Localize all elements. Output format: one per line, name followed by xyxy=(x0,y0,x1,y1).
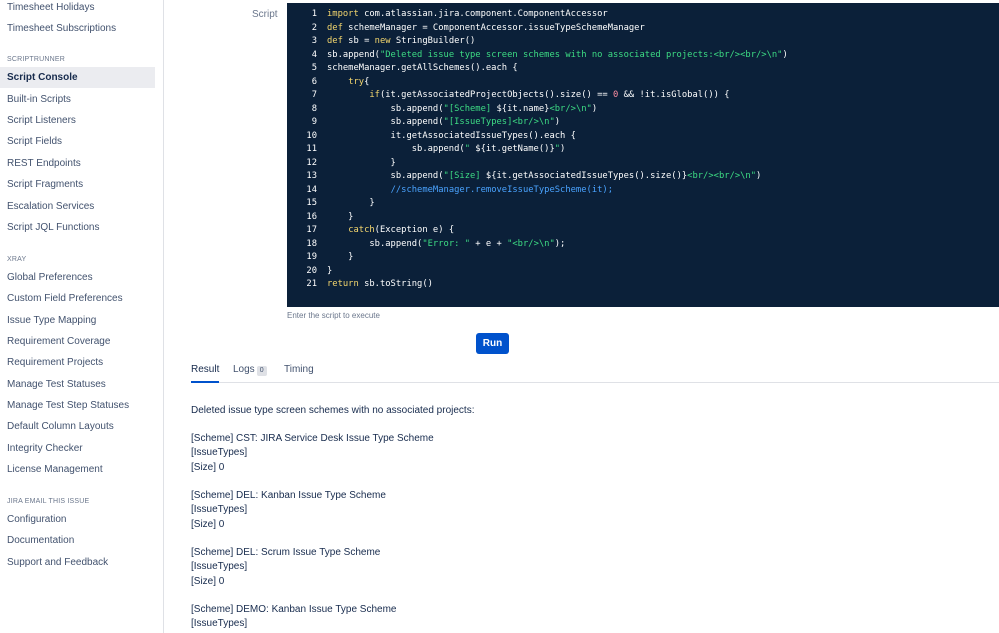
sidebar-heading-scriptrunner: SCRIPTRUNNER xyxy=(7,56,66,63)
sidebar-item-manage-test-step-statuses[interactable]: Manage Test Step Statuses xyxy=(0,395,155,416)
sidebar-item-rest-endpoints[interactable]: REST Endpoints xyxy=(0,153,155,174)
result-line: [IssueTypes] xyxy=(191,447,248,459)
code-line[interactable]: 13 sb.append("[Size] ${it.getAssociatedI… xyxy=(287,170,999,184)
code-line[interactable]: 5 schemeManager.getAllSchemes().each { xyxy=(287,62,999,76)
sidebar-item-requirement-coverage[interactable]: Requirement Coverage xyxy=(0,331,155,352)
line-number: 19 xyxy=(306,252,317,262)
line-number: 13 xyxy=(306,171,317,181)
code-line[interactable]: 7 if(it.getAssociatedProjectObjects().si… xyxy=(287,89,999,103)
logs-count-badge: 0 xyxy=(256,366,267,376)
line-number: 16 xyxy=(306,211,317,222)
sidebar-item-integrity-checker[interactable]: Integrity Checker xyxy=(0,438,155,459)
result-header: Deleted issue type screen schemes with n… xyxy=(191,405,475,416)
code-line[interactable]: 14 //schemeManager.removeIssueTypeScheme… xyxy=(287,184,999,198)
code-line[interactable]: 15 } xyxy=(287,197,999,211)
result-tabs: Result Logs 0 Timing xyxy=(191,364,999,383)
sidebar-item-timesheet-holidays[interactable]: Timesheet Holidays xyxy=(0,0,155,18)
result-line: [Scheme] CST: JIRA Service Desk Issue Ty… xyxy=(191,433,434,444)
code-line[interactable]: 3 def sb = new StringBuilder() xyxy=(287,35,999,49)
line-number: 5 xyxy=(311,63,317,73)
line-number: 20 xyxy=(306,265,317,276)
sidebar-item-global-preferences[interactable]: Global Preferences xyxy=(0,267,155,288)
sidebar-item-requirement-projects[interactable]: Requirement Projects xyxy=(0,352,155,373)
sidebar-item-default-column-layouts[interactable]: Default Column Layouts xyxy=(0,416,155,437)
sidebar-item-configuration[interactable]: Configuration xyxy=(0,509,155,530)
script-field-label: Script xyxy=(252,9,278,20)
code-line[interactable]: 16 } xyxy=(287,211,999,225)
line-number: 11 xyxy=(306,144,317,154)
sidebar-item-script-fields[interactable]: Script Fields xyxy=(0,131,155,152)
sidebar-item-custom-field-preferences[interactable]: Custom Field Preferences xyxy=(0,288,155,309)
sidebar-item-license-management[interactable]: License Management xyxy=(0,459,155,480)
result-line: [Scheme] DEL: Scrum Issue Type Scheme xyxy=(191,547,381,558)
code-line[interactable]: 8 sb.append("[Scheme] ${it.name}<br/>\n"… xyxy=(287,103,999,117)
line-number: 6 xyxy=(311,76,317,87)
result-line: [Size] 0 xyxy=(191,575,225,587)
line-number: 9 xyxy=(311,117,317,127)
result-line: [Size] 0 xyxy=(191,461,225,473)
tab-logs[interactable]: Logs 0 xyxy=(233,364,267,381)
line-number: 4 xyxy=(311,49,317,60)
line-number: 8 xyxy=(311,103,317,114)
code-line[interactable]: 10 it.getAssociatedIssueTypes().each { xyxy=(287,130,999,144)
tab-result[interactable]: Result xyxy=(191,364,220,383)
tab-logs-label: Logs xyxy=(233,364,255,375)
line-number: 21 xyxy=(306,279,317,289)
result-line: [Size] 0 xyxy=(191,518,225,530)
line-number: 12 xyxy=(306,157,317,168)
sidebar-item-manage-test-statuses[interactable]: Manage Test Statuses xyxy=(0,374,155,395)
code-line[interactable]: 20} xyxy=(287,265,999,279)
code-line[interactable]: 6 try{ xyxy=(287,76,999,90)
line-number: 1 xyxy=(311,9,317,19)
sidebar-item-support-and-feedback[interactable]: Support and Feedback xyxy=(0,552,155,573)
line-number: 18 xyxy=(306,238,317,249)
sidebar-item-script-listeners[interactable]: Script Listeners xyxy=(0,110,155,131)
script-editor[interactable]: 1 import com.atlassian.jira.component.Com… xyxy=(287,3,999,307)
code-line[interactable]: 2 def schemeManager = ComponentAccessor.i… xyxy=(287,22,999,36)
line-number: 7 xyxy=(311,90,317,100)
line-number: 14 xyxy=(306,184,317,195)
result-line: [Scheme] DEMO: Kanban Issue Type Scheme xyxy=(191,604,397,615)
sidebar-item-built-in-scripts[interactable]: Built-in Scripts xyxy=(0,89,155,110)
line-number: 3 xyxy=(311,36,317,46)
tab-timing[interactable]: Timing xyxy=(284,364,314,381)
admin-sidebar: Timesheet Holidays Timesheet Subscriptio… xyxy=(0,0,164,633)
code-line[interactable]: 18 sb.append("Error: " + e + "<br/>\n"); xyxy=(287,238,999,252)
line-number: 10 xyxy=(306,130,317,141)
code-line[interactable]: 1 import com.atlassian.jira.component.Com… xyxy=(287,8,999,22)
run-button[interactable]: Run xyxy=(476,333,509,354)
sidebar-heading-jira-email-this-issue: JIRA EMAIL THIS ISSUE xyxy=(7,498,90,505)
script-helper-text: Enter the script to execute xyxy=(287,311,380,320)
result-line: [IssueTypes] xyxy=(191,504,248,516)
sidebar-item-script-jql-functions[interactable]: Script JQL Functions xyxy=(0,217,155,238)
result-line: [Scheme] DEL: Kanban Issue Type Scheme xyxy=(191,490,386,501)
line-number: 17 xyxy=(306,225,317,235)
sidebar-item-timesheet-subscriptions[interactable]: Timesheet Subscriptions xyxy=(0,18,155,39)
result-line: [IssueTypes] xyxy=(191,618,248,630)
sidebar-heading-xray: XRAY xyxy=(7,256,27,263)
sidebar-item-documentation[interactable]: Documentation xyxy=(0,530,155,551)
code-line[interactable]: 11 sb.append(" ${it.getName()}") xyxy=(287,143,999,157)
code-line[interactable]: 19 } xyxy=(287,251,999,265)
result-line: [IssueTypes] xyxy=(191,561,248,573)
code-line[interactable]: 21 return sb.toString() xyxy=(287,278,999,292)
line-number: 15 xyxy=(306,198,317,208)
sidebar-item-script-fragments[interactable]: Script Fragments xyxy=(0,174,155,195)
code-line[interactable]: 4 sb.append("Deleted issue type screen sc… xyxy=(287,49,999,63)
code-line[interactable]: 12 } xyxy=(287,157,999,171)
sidebar-item-escalation-services[interactable]: Escalation Services xyxy=(0,196,155,217)
sidebar-item-issue-type-mapping[interactable]: Issue Type Mapping xyxy=(0,310,155,331)
code-line[interactable]: 9 sb.append("[IssueTypes]<br/>\n") xyxy=(287,116,999,130)
sidebar-item-script-console[interactable]: Script Console xyxy=(0,67,155,88)
code-line[interactable]: 17 catch(Exception e) { xyxy=(287,224,999,238)
line-number: 2 xyxy=(311,22,317,33)
